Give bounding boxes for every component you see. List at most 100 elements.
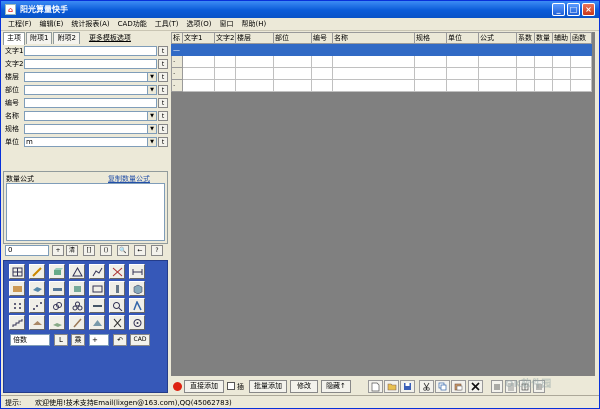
column-header[interactable]: 系数 [516, 32, 535, 44]
multiplier-input[interactable]: 倍数 [10, 334, 50, 346]
chevron-down-icon[interactable]: ▼ [147, 72, 157, 82]
field-t-button[interactable]: t [158, 111, 168, 121]
code-input[interactable] [24, 98, 157, 108]
calc-back-button[interactable]: ← [134, 245, 146, 256]
table-row[interactable]: · [171, 67, 592, 80]
chevron-down-icon[interactable]: ▼ [147, 124, 157, 134]
arrow-shape-icon[interactable] [69, 264, 85, 279]
slab-icon[interactable] [29, 281, 45, 296]
direct-add-button[interactable]: 直接添加 [184, 380, 224, 393]
pyramid-icon[interactable] [89, 315, 105, 330]
title-bar[interactable]: ⌂ 阳光算量快手 _ □ × [1, 1, 599, 18]
wall-icon[interactable] [9, 281, 25, 296]
column-header[interactable]: 辅助 [552, 32, 571, 44]
pencil-icon[interactable] [29, 264, 45, 279]
wheel-icon[interactable] [129, 315, 145, 330]
l-button[interactable]: L [54, 334, 68, 346]
field-t-button[interactable]: t [158, 72, 168, 82]
chevron-down-icon[interactable]: ▼ [147, 137, 157, 147]
table-row[interactable]: · [171, 79, 592, 92]
tab-main[interactable]: 主项 [3, 32, 25, 45]
field-t-button[interactable]: t [158, 98, 168, 108]
table-row[interactable]: · [171, 55, 592, 68]
block-icon[interactable] [69, 281, 85, 296]
tab-sub1[interactable]: 附项1 [26, 32, 53, 44]
operator-select[interactable]: + [89, 334, 109, 346]
scissors-icon[interactable] [109, 315, 125, 330]
menu-edit[interactable]: 编辑(E) [36, 19, 68, 29]
save-icon[interactable] [400, 380, 415, 393]
formula-textarea[interactable] [6, 183, 165, 241]
field-t-button[interactable]: t [158, 137, 168, 147]
column-header[interactable]: 文字2 [214, 32, 236, 44]
field-t-button[interactable]: t [158, 85, 168, 95]
cross-icon[interactable] [109, 264, 125, 279]
column-header[interactable]: 公式 [478, 32, 517, 44]
column-header[interactable]: 文字1 [182, 32, 215, 44]
tab-sub2[interactable]: 附项2 [53, 32, 80, 44]
column-header[interactable]: 数量 [534, 32, 553, 44]
menu-window[interactable]: 窗口 [215, 19, 237, 29]
text1-input[interactable] [24, 46, 157, 56]
batch-add-button[interactable]: 批量添加 [249, 380, 287, 393]
floor-select[interactable] [24, 72, 157, 82]
rings-icon[interactable] [69, 298, 85, 313]
multiply-button[interactable]: 乘 [71, 334, 85, 346]
calc-bracket-button[interactable]: [] [83, 245, 95, 256]
roof-icon[interactable] [29, 315, 45, 330]
list-view-icon[interactable] [491, 380, 503, 393]
spec-select[interactable] [24, 124, 157, 134]
stairs-icon[interactable] [9, 315, 25, 330]
name-select[interactable] [24, 111, 157, 121]
field-t-button[interactable]: t [158, 46, 168, 56]
column-header[interactable]: 编号 [311, 32, 333, 44]
calc-clear-button[interactable]: 清 [66, 245, 78, 256]
text2-input[interactable] [24, 59, 157, 69]
cad-button[interactable]: CAD [130, 334, 150, 346]
menu-report[interactable]: 统计报表(A) [67, 19, 113, 29]
sheet-icon[interactable] [49, 315, 65, 330]
brush-icon[interactable] [69, 315, 85, 330]
symbol-icon[interactable] [129, 298, 145, 313]
box-icon[interactable] [49, 264, 65, 279]
menu-project[interactable]: 工程(F) [4, 19, 36, 29]
beam-icon[interactable] [49, 281, 65, 296]
open-folder-icon[interactable] [384, 380, 399, 393]
copy-icon[interactable] [435, 380, 450, 393]
menu-help[interactable]: 帮助(H) [237, 19, 270, 29]
column-header[interactable]: 函数 [570, 32, 592, 44]
hide-button[interactable]: 隐藏↑ [321, 380, 351, 393]
more-template-link[interactable]: 更多模板选项 [89, 32, 131, 44]
grid-shape-icon[interactable] [9, 264, 25, 279]
dots-icon[interactable] [9, 298, 25, 313]
column-header[interactable]: 规格 [414, 32, 447, 44]
unit-select[interactable]: m [24, 137, 157, 147]
column-header[interactable]: 楼层 [235, 32, 274, 44]
column-header[interactable]: 名称 [332, 32, 415, 44]
chevron-down-icon[interactable]: ▼ [147, 111, 157, 121]
table-row[interactable]: — [171, 43, 592, 56]
modify-button[interactable]: 修改 [290, 380, 318, 393]
column-header[interactable]: 标 [171, 32, 183, 44]
frame-icon[interactable] [89, 281, 105, 296]
paste-icon[interactable] [451, 380, 466, 393]
field-t-button[interactable]: t [158, 59, 168, 69]
chevron-down-icon[interactable]: ▼ [147, 85, 157, 95]
column-header[interactable]: 部位 [273, 32, 312, 44]
delete-icon[interactable] [468, 380, 483, 393]
menu-tools[interactable]: 工具(T) [151, 19, 183, 29]
dimension-icon[interactable] [129, 264, 145, 279]
part-select[interactable] [24, 85, 157, 95]
calc-value-input[interactable]: 0 [5, 245, 49, 256]
close-button[interactable]: × [582, 3, 595, 16]
cut-icon[interactable] [419, 380, 434, 393]
insert-checkbox[interactable] [227, 382, 235, 390]
cube-icon[interactable] [129, 281, 145, 296]
undo-icon[interactable]: ↶ [113, 334, 127, 346]
column-header[interactable]: 单位 [446, 32, 479, 44]
menu-options[interactable]: 选项(O) [182, 19, 215, 29]
calc-help-button[interactable]: ? [151, 245, 163, 256]
polyline-icon[interactable] [89, 264, 105, 279]
pipe-icon[interactable] [89, 298, 105, 313]
calc-paren-button[interactable]: () [100, 245, 112, 256]
